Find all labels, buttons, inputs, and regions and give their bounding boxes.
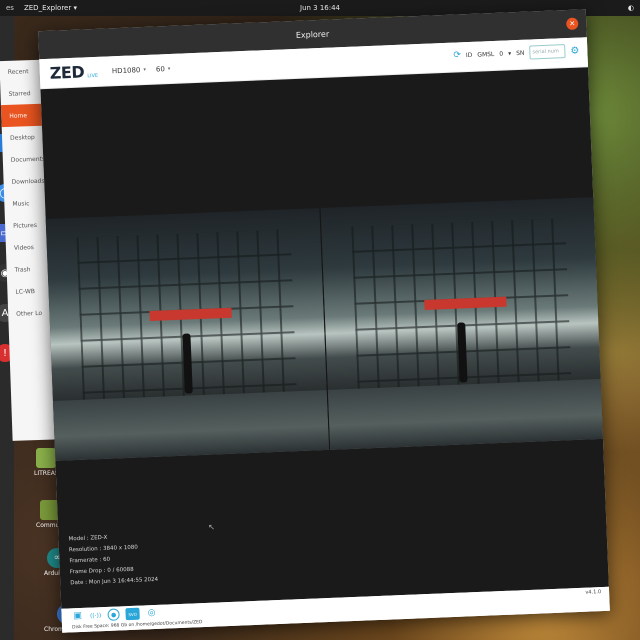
resolution-select[interactable]: HD1080 ▾	[111, 65, 147, 75]
chevron-down-icon[interactable]: ▾	[508, 50, 511, 57]
fps-select[interactable]: 60 ▾	[156, 64, 171, 73]
version-label: v4.1.0	[585, 589, 602, 596]
snapshot-icon[interactable]: ◎	[145, 607, 157, 619]
resolution-value: HD1080	[111, 65, 141, 75]
floor	[52, 389, 330, 461]
left-camera-view	[45, 208, 330, 461]
clock[interactable]: Jun 3 16:44	[300, 4, 340, 12]
window-title: Explorer	[295, 29, 330, 40]
close-icon[interactable]: ✕	[566, 17, 579, 31]
sn-label: SN	[515, 49, 525, 57]
svo-icon[interactable]: SVO	[125, 607, 140, 621]
record-icon[interactable]: ●	[107, 608, 120, 621]
camera-selector: ⟳ ID GMSL 0 ▾ SN serial num ⚙	[453, 44, 580, 63]
stereo-view	[45, 197, 603, 461]
info-date: Date : Mon Jun 3 16:44:55 2024	[70, 576, 159, 587]
bottom-controls: ▣ ((·)) ● SVO ◎	[71, 607, 157, 622]
system-tray-icon[interactable]: ◐	[628, 4, 634, 12]
litreas-icon	[36, 448, 57, 468]
mouse-cursor-icon: ↖	[208, 522, 216, 532]
serial-number-input[interactable]: serial num	[529, 44, 566, 60]
stream-icon[interactable]: ((·))	[89, 609, 102, 621]
gmsl-select[interactable]: 0	[499, 50, 503, 57]
id-label: ID	[465, 51, 473, 59]
zed-explorer-window: Explorer ✕ ZED LIVE HD1080 ▾ 60 ▾ ⟳ ID G…	[38, 9, 610, 633]
video-viewer[interactable]: ↖ Model : ZED-X Resolution : 3840 x 1080…	[40, 67, 609, 609]
zed-logo: ZED	[49, 62, 85, 83]
settings-icon[interactable]: ⚙	[570, 45, 579, 56]
live-badge: LIVE	[87, 72, 99, 79]
gmsl-label: GMSL	[477, 50, 495, 59]
floor	[327, 378, 603, 450]
folder-icon[interactable]: ▣	[71, 610, 83, 622]
chevron-down-icon: ▾	[143, 66, 147, 73]
chevron-down-icon: ▾	[167, 65, 171, 72]
refresh-icon[interactable]: ⟳	[453, 50, 461, 60]
right-camera-view	[319, 197, 603, 450]
camera-info-overlay: Model : ZED-X Resolution : 3840 x 1080 F…	[68, 531, 158, 589]
fps-value: 60	[155, 64, 165, 74]
app-menu[interactable]: ZED_Explorer ▾	[24, 4, 77, 12]
activities-button[interactable]: es	[6, 4, 14, 12]
